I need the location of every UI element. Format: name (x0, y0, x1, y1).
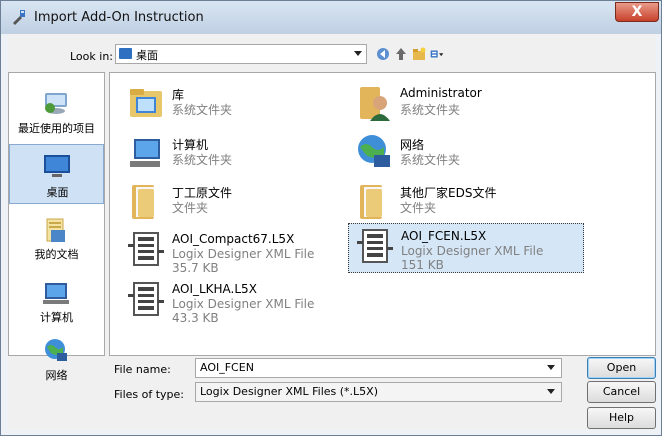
recent-places-icon (45, 93, 67, 114)
l5x-file-icon (357, 229, 393, 263)
file-type: 系统文件夹 (400, 153, 461, 167)
file-name: Administrator (400, 86, 482, 100)
l5x-file-icon (128, 282, 164, 316)
file-type: 文件夹 (400, 201, 437, 215)
list-item[interactable]: AOI_Compact67.L5X Logix Designer XML Fil… (120, 227, 360, 279)
computer-icon (43, 283, 69, 304)
place-documents[interactable]: 我的文档 (9, 210, 104, 270)
place-label: 我的文档 (34, 248, 79, 261)
place-label: 最近使用的项目 (18, 122, 95, 135)
file-type: 系统文件夹 (400, 103, 461, 117)
look-in-value: 桌面 (136, 49, 158, 62)
folder-icon (360, 185, 382, 219)
place-label: 桌面 (46, 186, 69, 199)
import-dialog: Import Add-On Instruction X Look in: 桌面 (0, 0, 662, 436)
list-item[interactable]: Administrator 系统文件夹 (348, 81, 588, 127)
files-of-type-dropdown[interactable]: Logix Designer XML Files (*.L5X) (195, 382, 562, 402)
file-size: 35.7 KB (172, 261, 219, 275)
desktop-mini-icon (119, 48, 132, 59)
file-list: 库 系统文件夹 Administrator 系统文件夹 计算机 系统文件夹 网络… (109, 72, 656, 356)
list-item[interactable]: 库 系统文件夹 (120, 81, 360, 127)
chevron-down-icon (547, 389, 555, 394)
list-item[interactable]: 网络 系统文件夹 (348, 131, 588, 177)
dialog-body: Look in: 桌面 最近使用的项目 桌面 我的文档 计算机 网络 库 系统文… (8, 34, 656, 430)
file-type: 系统文件夹 (172, 103, 233, 117)
user-folder-icon (360, 87, 390, 121)
list-item[interactable]: AOI_LKHA.L5X Logix Designer XML File 43.… (120, 277, 360, 329)
file-name-value: AOI_FCEN (200, 361, 254, 374)
documents-icon (46, 218, 65, 242)
file-type: 文件夹 (172, 201, 209, 215)
computer-icon (130, 139, 160, 167)
desktop-icon (44, 155, 70, 177)
network-icon (358, 135, 390, 167)
list-item-selected[interactable]: AOI_FCEN.L5X Logix Designer XML File 151… (348, 223, 584, 273)
up-folder-icon[interactable] (394, 47, 408, 61)
back-icon[interactable] (376, 47, 390, 61)
file-type: Logix Designer XML File (172, 297, 315, 311)
file-size: 151 KB (401, 258, 444, 272)
list-item[interactable]: 计算机 系统文件夹 (120, 131, 360, 177)
files-of-type-label: Files of type: (114, 388, 185, 401)
title-bar[interactable]: Import Add-On Instruction X (1, 1, 661, 34)
chevron-down-icon (547, 365, 555, 370)
file-name-label: File name: (114, 363, 171, 376)
new-folder-icon[interactable] (412, 47, 426, 61)
place-desktop[interactable]: 桌面 (9, 144, 104, 204)
open-button[interactable]: Open (587, 357, 656, 379)
file-name-input[interactable]: AOI_FCEN (195, 358, 562, 378)
chevron-down-icon (354, 51, 362, 56)
help-button[interactable]: Help (587, 407, 656, 429)
app-icon (13, 10, 25, 25)
file-type: Logix Designer XML File (172, 247, 315, 261)
file-name: AOI_LKHA.L5X (172, 282, 257, 296)
list-item[interactable]: 丁工原文件 文件夹 (120, 179, 360, 225)
file-name: AOI_Compact67.L5X (172, 232, 295, 246)
file-type: 系统文件夹 (172, 153, 233, 167)
file-size: 43.3 KB (172, 311, 219, 325)
files-of-type-value: Logix Designer XML Files (*.L5X) (200, 385, 379, 398)
close-icon: X (631, 4, 643, 20)
file-name: AOI_FCEN.L5X (401, 229, 487, 243)
library-icon (130, 89, 162, 117)
places-bar: 最近使用的项目 桌面 我的文档 计算机 网络 (8, 72, 105, 382)
window-title: Import Add-On Instruction (34, 10, 204, 25)
network-icon (45, 339, 67, 361)
place-network[interactable]: 网络 (9, 331, 104, 391)
place-label: 网络 (45, 369, 68, 382)
cancel-button[interactable]: Cancel (587, 381, 656, 403)
place-recent[interactable]: 最近使用的项目 (9, 81, 104, 141)
l5x-file-icon (128, 232, 164, 266)
file-type: Logix Designer XML File (401, 244, 544, 258)
look-in-dropdown[interactable]: 桌面 (115, 44, 367, 64)
folder-icon (132, 185, 154, 219)
close-button[interactable]: X (615, 2, 659, 22)
place-computer[interactable]: 计算机 (9, 273, 104, 333)
look-in-label: Look in: (70, 50, 113, 63)
navigation-toolbar (372, 44, 452, 64)
list-item[interactable]: 其他厂家EDS文件 文件夹 (348, 179, 588, 225)
place-label: 计算机 (40, 311, 73, 324)
view-menu-icon[interactable] (430, 47, 444, 61)
